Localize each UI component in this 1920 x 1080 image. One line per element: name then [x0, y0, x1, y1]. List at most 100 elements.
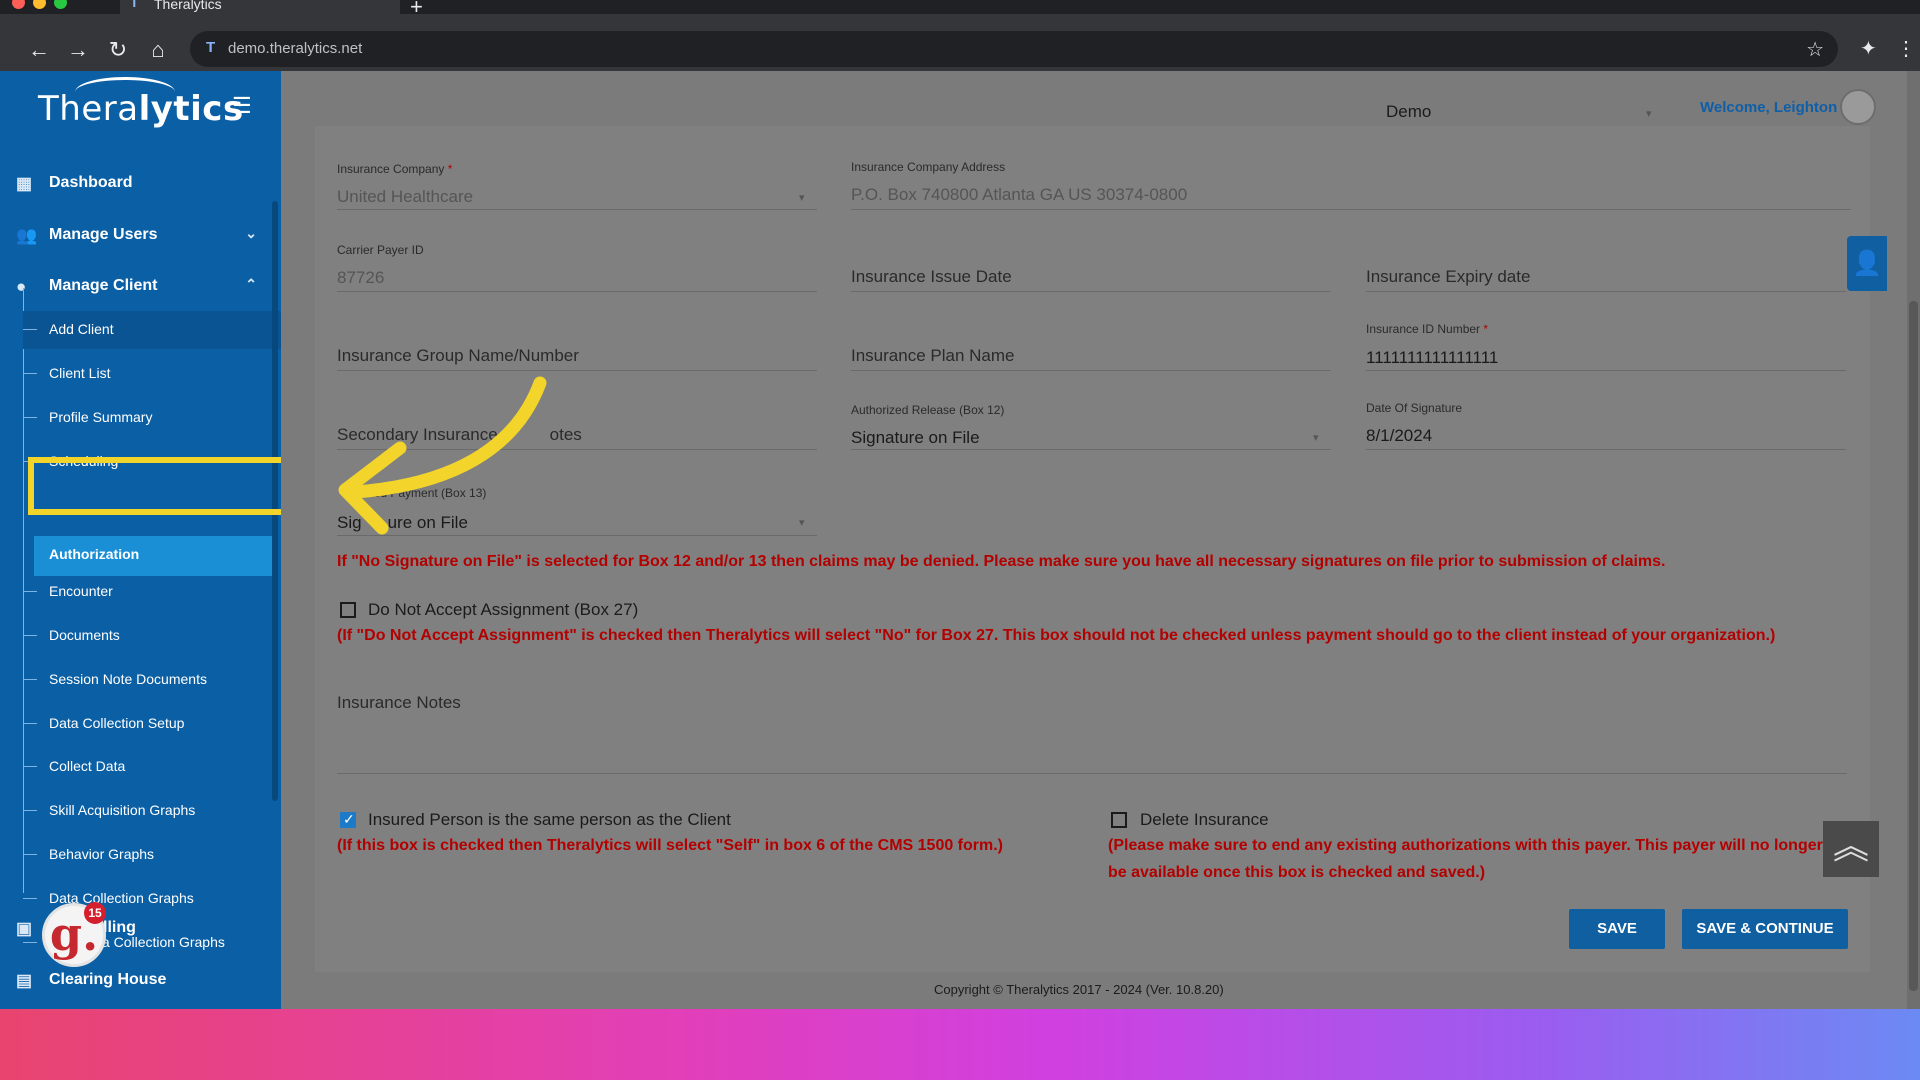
extensions-icon[interactable]: ✦: [1860, 36, 1877, 61]
tree-tick: [23, 766, 37, 767]
browser-tab[interactable]: T Theralytics: [120, 0, 400, 14]
tab-title: Theralytics: [154, 0, 222, 12]
insurance-id-label: Insurance ID Number *: [1366, 322, 1488, 336]
chevron-down-icon: ⌄: [245, 225, 257, 241]
date-of-signature-field[interactable]: 8/1/2024: [1366, 426, 1432, 446]
subitem-label: Add Client: [49, 321, 114, 337]
sidebar-subitem-collect-data[interactable]: Collect Data: [23, 748, 281, 786]
sidebar: Theralytics ☰ ▦ Dashboard 👥 Manage Users…: [0, 71, 281, 1009]
delete-insurance-label: Delete Insurance: [1140, 810, 1269, 829]
tree-tick: [23, 854, 37, 855]
delete-insurance-warning-line1: (Please make sure to end any existing au…: [1108, 837, 1823, 854]
home-icon[interactable]: ⌂: [144, 36, 172, 64]
chevron-down-icon: ▾: [1313, 432, 1319, 444]
insurance-company-address-label: Insurance Company Address: [851, 160, 1006, 174]
chevron-down-icon: ▾: [799, 192, 805, 204]
sidebar-subitem-profile-summary[interactable]: Profile Summary: [23, 399, 281, 437]
calendar-icon: ▣: [16, 919, 33, 938]
scroll-to-top-icon[interactable]: ︽: [1823, 821, 1879, 877]
app-logo[interactable]: Theralytics: [38, 89, 244, 129]
secondary-notes-text-left: Secondary Insurance: [337, 425, 498, 444]
insurance-company-label: Insurance Company *: [337, 162, 452, 176]
address-bar[interactable]: T demo.theralytics.net ☆: [190, 31, 1838, 67]
subitem-label: Session Note Documents: [49, 671, 207, 687]
insurance-company-address-field[interactable]: P.O. Box 740800 Atlanta GA US 30374-0800: [851, 185, 1187, 205]
sidebar-item-label: Manage Users: [49, 226, 158, 243]
tree-tick: [23, 329, 37, 330]
logo-text-bold: lytics: [138, 89, 244, 129]
label-text: Insurance Company: [337, 162, 445, 176]
maximize-window-icon[interactable]: [54, 0, 67, 9]
notification-badge: 15: [84, 902, 106, 924]
chevron-up-icon: ⌃: [245, 276, 257, 292]
carrier-payer-id-field[interactable]: 87726: [337, 268, 384, 288]
browser-tab-strip: T Theralytics +: [0, 0, 1920, 19]
sidebar-subitem-behavior-graphs[interactable]: Behavior Graphs: [23, 836, 281, 874]
do-not-accept-checkbox[interactable]: [340, 602, 356, 618]
menu-toggle-icon[interactable]: ☰: [232, 93, 252, 119]
tree-tick: [23, 591, 37, 592]
sidebar-subitem-authorization[interactable]: Authorization: [34, 536, 275, 576]
subitem-label: Authorization: [49, 546, 140, 562]
do-not-accept-warning: (If "Do Not Accept Assignment" is checke…: [337, 627, 1776, 644]
welcome-text[interactable]: Welcome, Leighton: [1700, 99, 1837, 116]
minimize-window-icon[interactable]: [33, 0, 46, 9]
sidebar-item-manage-client[interactable]: ● Manage Client ⌃: [0, 262, 281, 312]
insurance-plan-name-field[interactable]: Insurance Plan Name: [851, 346, 1014, 366]
avatar[interactable]: [1840, 89, 1876, 125]
bookmark-star-icon[interactable]: ☆: [1806, 37, 1824, 62]
org-select[interactable]: Demo: [1386, 102, 1431, 122]
authorized-payment-text-right: ure on File: [387, 513, 468, 532]
sidebar-subitem-encounter[interactable]: Encounter: [23, 573, 281, 611]
insurance-issue-date-field[interactable]: Insurance Issue Date: [851, 267, 1012, 287]
secondary-notes-text-right: otes: [549, 425, 582, 444]
sidebar-subitem-skill-acquisition-graphs[interactable]: Skill Acquisition Graphs: [23, 792, 281, 830]
field-underline: [337, 370, 817, 371]
required-asterisk: *: [1483, 322, 1489, 336]
insurance-expiry-date-field[interactable]: Insurance Expiry date: [1366, 267, 1530, 287]
save-continue-button[interactable]: SAVE & CONTINUE: [1682, 909, 1848, 949]
user-icon: ●: [16, 277, 27, 296]
sidebar-subitem-session-note-documents[interactable]: Session Note Documents: [23, 661, 281, 699]
browser-menu-icon[interactable]: ⋮: [1896, 36, 1916, 61]
insurance-group-field[interactable]: Insurance Group Name/Number: [337, 346, 579, 366]
sidebar-subitem-add-client[interactable]: Add Client: [23, 311, 281, 349]
insured-same-checkbox[interactable]: [340, 811, 356, 828]
save-button[interactable]: SAVE: [1569, 909, 1665, 949]
sidebar-item-manage-users[interactable]: 👥 Manage Users ⌄: [0, 211, 281, 261]
sidebar-item-clearing-house[interactable]: ▤ Clearing House: [0, 956, 281, 1006]
user-panel-icon[interactable]: 👤: [1847, 236, 1887, 291]
window-controls[interactable]: [12, 0, 75, 14]
reload-icon[interactable]: ↻: [104, 36, 132, 64]
secondary-insurance-notes-field[interactable]: Secondary Insurance otes: [337, 425, 582, 445]
insurance-id-field[interactable]: 1111111111111111: [1366, 348, 1498, 368]
subitem-label: Profile Summary: [49, 409, 153, 425]
back-icon[interactable]: ←: [25, 36, 53, 64]
field-underline: [1366, 291, 1846, 292]
insurance-company-select[interactable]: United Healthcare: [337, 187, 473, 207]
theralytics-favicon-icon: T: [130, 0, 139, 10]
delete-insurance-checkbox[interactable]: [1111, 812, 1127, 828]
authorized-payment-select[interactable]: Sig ure on File: [337, 513, 468, 533]
close-window-icon[interactable]: [12, 0, 25, 9]
field-underline: [337, 773, 1847, 774]
sidebar-subitem-documents[interactable]: Documents: [23, 617, 281, 655]
scrollbar-thumb[interactable]: [1909, 301, 1918, 991]
subitem-label: Skill Acquisition Graphs: [49, 802, 196, 818]
authorized-release-select[interactable]: Signature on File: [851, 428, 980, 448]
forward-icon[interactable]: →: [64, 36, 92, 64]
url-text: demo.theralytics.net: [228, 40, 363, 57]
do-not-accept-label: Do Not Accept Assignment (Box 27): [368, 600, 639, 619]
sidebar-item-dashboard[interactable]: ▦ Dashboard: [0, 159, 281, 209]
subitem-label: Client List: [49, 365, 111, 381]
delete-insurance-warning-line2: be available once this box is checked an…: [1108, 864, 1486, 881]
field-underline: [337, 291, 817, 292]
sidebar-subitem-client-list[interactable]: Client List: [23, 355, 281, 393]
sidebar-item-label: Clearing House: [49, 971, 167, 988]
insurance-notes-field[interactable]: Insurance Notes: [337, 693, 461, 713]
label-text: Insurance ID Number: [1366, 322, 1481, 336]
field-underline: [851, 370, 1331, 371]
page-scrollbar[interactable]: [1907, 71, 1920, 1009]
required-asterisk: *: [447, 162, 453, 176]
sidebar-subitem-data-collection-setup[interactable]: Data Collection Setup: [23, 705, 281, 743]
